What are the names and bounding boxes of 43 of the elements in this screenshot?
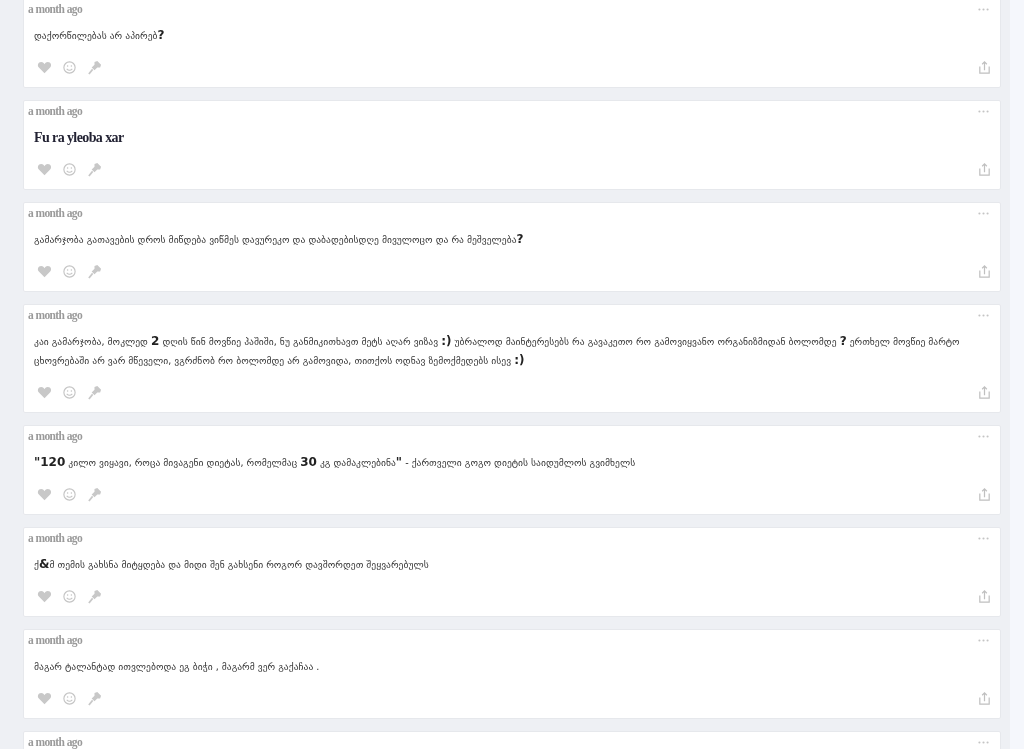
smiley-icon[interactable] bbox=[62, 486, 77, 502]
post-text: დაქორწილებას არ აპირებ? bbox=[34, 27, 166, 44]
heart-icon[interactable] bbox=[37, 690, 52, 706]
smiley-icon[interactable] bbox=[62, 588, 77, 604]
share-icon[interactable] bbox=[977, 384, 992, 400]
smiley-icon[interactable] bbox=[62, 263, 77, 279]
share-icon[interactable] bbox=[977, 263, 992, 279]
post-text: მაგარ ტალანტად ითვლებოდა ეგ ბიჭი , მაგარმ ვერ გაქაჩაა . bbox=[34, 660, 321, 674]
heart-icon[interactable] bbox=[37, 161, 52, 177]
timestamp: a month ago bbox=[28, 309, 83, 321]
post-text: "120 კილო ვიყავი, როცა მივაგენი დიეტას, რომელმაც 30 კგ დამაკლებინა" - ქართველი გოგო დიეტის საიდუმლოს გვიმხელს bbox=[34, 454, 637, 471]
pin-icon[interactable] bbox=[87, 588, 102, 604]
heart-icon[interactable] bbox=[37, 384, 52, 400]
share-icon[interactable] bbox=[977, 59, 992, 75]
smiley-icon[interactable] bbox=[62, 161, 77, 177]
pin-icon[interactable] bbox=[87, 486, 102, 502]
share-icon[interactable] bbox=[977, 588, 992, 604]
pin-icon[interactable] bbox=[87, 263, 102, 279]
share-icon[interactable] bbox=[977, 161, 992, 177]
timestamp: a month ago bbox=[28, 207, 83, 219]
pin-icon[interactable] bbox=[87, 161, 102, 177]
heart-icon[interactable] bbox=[37, 59, 52, 75]
post-text: კაი გამარჯობა, მოკლედ 2 დღის წინ მოვწიე ჰაშიში, ნუ განმიკითხავთ მეტს აღარ ვიზავ :) უბრალოდ მაინტერესებს რა გავაკეთო რო გამოვიყვანო ორგანიზმიდან ბოლომდე ? ერთხელ მოვწიე მარტო ცხოვრებაში არ ვარ მწეველი, ვგრძნობ რო ბოლომდე არ გამოვიდა, თითქოს ოდნავ ზემოქმედებს ისევ :) bbox=[34, 333, 961, 369]
heart-icon[interactable] bbox=[37, 263, 52, 279]
post-text: Fu ra yleoba xar bbox=[34, 129, 125, 147]
post-text: გამარჯობა გათავების დროს მიწდება ვიწმეს დავურეკო და დაბადებისდღე მივულოცო და რა მეშველება? bbox=[34, 231, 525, 248]
smiley-icon[interactable] bbox=[62, 384, 77, 400]
share-icon[interactable] bbox=[977, 486, 992, 502]
heart-icon[interactable] bbox=[37, 486, 52, 502]
timestamp: a month ago bbox=[28, 105, 83, 117]
timestamp: a month ago bbox=[28, 3, 83, 15]
timestamp: a month ago bbox=[28, 634, 83, 646]
timestamp: a month ago bbox=[28, 736, 83, 748]
pin-icon[interactable] bbox=[87, 384, 102, 400]
smiley-icon[interactable] bbox=[62, 690, 77, 706]
smiley-icon[interactable] bbox=[62, 59, 77, 75]
pin-icon[interactable] bbox=[87, 59, 102, 75]
share-icon[interactable] bbox=[977, 690, 992, 706]
timestamp: a month ago bbox=[28, 430, 83, 442]
timestamp: a month ago bbox=[28, 532, 83, 544]
pin-icon[interactable] bbox=[87, 690, 102, 706]
heart-icon[interactable] bbox=[37, 588, 52, 604]
post-text: ქ&მ თემის გახსნა მიტყდება და მიდი შენ გახსენი როგორ დავშორდეთ შეყვარებულს bbox=[34, 556, 430, 573]
